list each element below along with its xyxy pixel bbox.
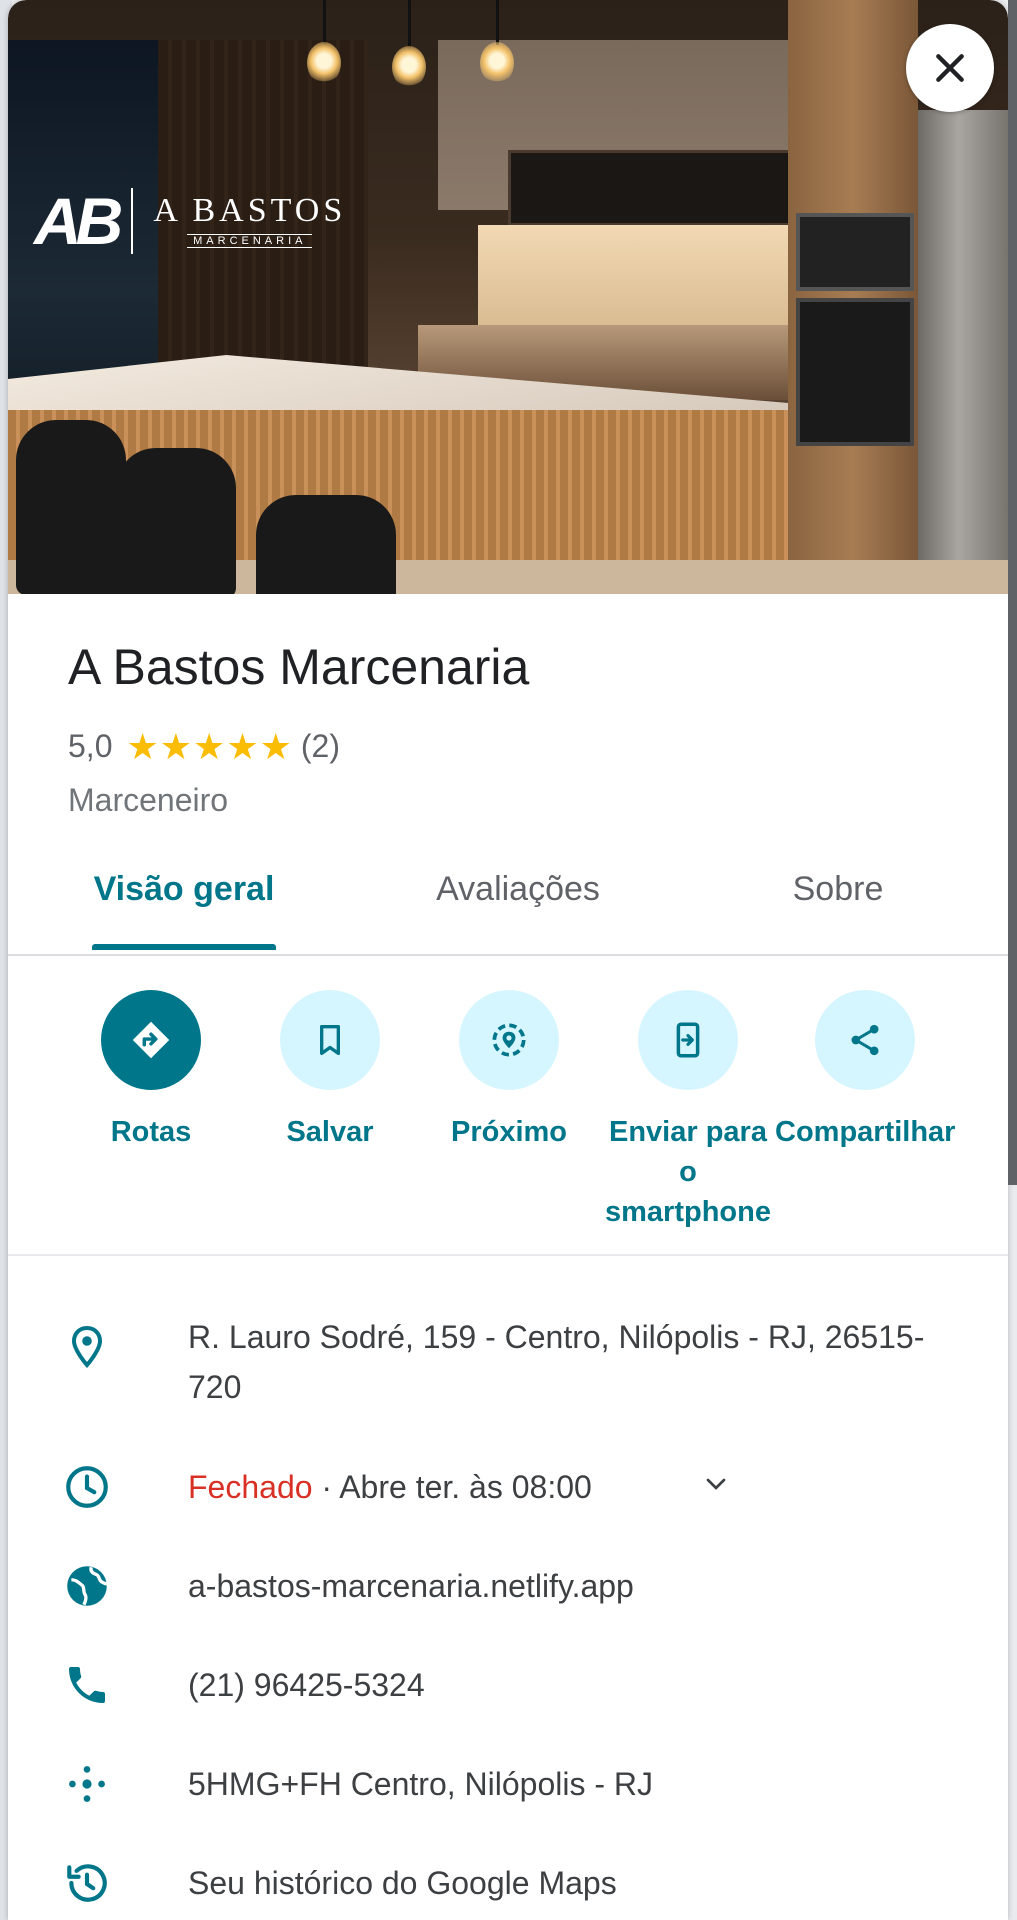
hours-detail: · Abre ter. às 08:00 (312, 1469, 592, 1505)
website-row[interactable]: a-bastos-marcenaria.netlify.app (8, 1561, 1008, 1611)
tab-reviews-label: Avaliações (436, 870, 600, 908)
hours-expand-button[interactable] (700, 1468, 732, 1505)
save-button[interactable]: Salvar (245, 990, 415, 1152)
send-to-phone-label: Enviar para o smartphone (605, 1116, 771, 1228)
close-icon (936, 54, 964, 82)
send-to-phone-button[interactable]: Enviar para o smartphone (603, 990, 773, 1232)
share-button[interactable]: Compartilhar (775, 990, 955, 1152)
rating-value: 5,0 (68, 728, 113, 764)
bookmark-icon (320, 1025, 340, 1055)
nearby-button[interactable]: Próximo (424, 990, 594, 1152)
website-text: a-bastos-marcenaria.netlify.app (188, 1568, 634, 1604)
send-to-phone-icon (676, 1022, 700, 1058)
location-pin-icon (71, 1325, 103, 1369)
panel-scrollbar[interactable] (1008, 0, 1017, 1185)
place-photo[interactable]: AB A BASTOS MARCENARIA (8, 0, 1008, 594)
address-text: R. Lauro Sodré, 159 - Centro, Nilópolis … (188, 1319, 925, 1405)
review-count[interactable]: (2) (301, 728, 340, 765)
tab-reviews[interactable]: Avaliações (408, 870, 628, 954)
star-icon: ★ (126, 725, 159, 767)
rating-row: 5,0 ★ ★ ★ ★ ★ (2) (68, 728, 340, 765)
star-icon: ★ (226, 725, 259, 767)
star-icon: ★ (259, 725, 292, 767)
hours-row[interactable]: Fechado · Abre ter. às 08:00 (8, 1462, 1008, 1512)
phone-text: (21) 96425-5324 (188, 1667, 425, 1703)
directions-button[interactable]: Rotas (66, 990, 236, 1152)
clock-icon (66, 1466, 108, 1508)
place-category[interactable]: Marceneiro (68, 782, 228, 819)
history-text: Seu histórico do Google Maps (188, 1865, 617, 1901)
phone-row[interactable]: (21) 96425-5324 (8, 1660, 1008, 1710)
brand-logo: AB A BASTOS MARCENARIA (34, 188, 346, 254)
address-row[interactable]: R. Lauro Sodré, 159 - Centro, Nilópolis … (8, 1312, 1008, 1422)
section-divider (8, 1254, 1008, 1256)
share-icon (851, 1024, 879, 1056)
history-row[interactable]: Seu histórico do Google Maps (8, 1858, 1008, 1908)
logo-name: A BASTOS (153, 192, 347, 229)
hours-status: Fechado (188, 1469, 313, 1505)
phone-icon (69, 1667, 105, 1703)
rating-stars: ★ ★ ★ ★ ★ (126, 725, 292, 767)
plus-code-row[interactable]: 5HMG+FH Centro, Nilópolis - RJ (8, 1759, 1008, 1809)
place-title: A Bastos Marcenaria (68, 639, 530, 695)
star-icon: ★ (193, 725, 226, 767)
close-button[interactable] (906, 24, 994, 112)
tab-overview[interactable]: Visão geral (92, 870, 276, 954)
directions-label: Rotas (110, 1116, 192, 1148)
logo-mark: AB (34, 184, 123, 258)
tab-about[interactable]: Sobre (768, 870, 908, 954)
place-panel: AB A BASTOS MARCENARIA A Bastos Marcenar… (8, 0, 1008, 1920)
active-tab-indicator (92, 944, 276, 950)
tab-about-label: Sobre (792, 870, 884, 908)
plus-code-icon (69, 1766, 105, 1802)
nearby-icon (492, 1023, 526, 1057)
chevron-down-icon (706, 1478, 726, 1490)
star-icon: ★ (159, 725, 193, 767)
tab-overview-label: Visão geral (93, 870, 275, 908)
globe-icon (67, 1566, 107, 1606)
history-icon (67, 1864, 107, 1902)
logo-subtitle: MARCENARIA (187, 234, 313, 248)
save-label: Salvar (286, 1116, 374, 1148)
action-bar: Rotas Salvar Próximo Enviar para o smart… (8, 990, 1008, 1240)
plus-code-text: 5HMG+FH Centro, Nilópolis - RJ (188, 1766, 653, 1802)
nearby-label: Próximo (450, 1116, 568, 1148)
directions-icon (132, 1021, 170, 1059)
share-label: Compartilhar (775, 1116, 956, 1148)
